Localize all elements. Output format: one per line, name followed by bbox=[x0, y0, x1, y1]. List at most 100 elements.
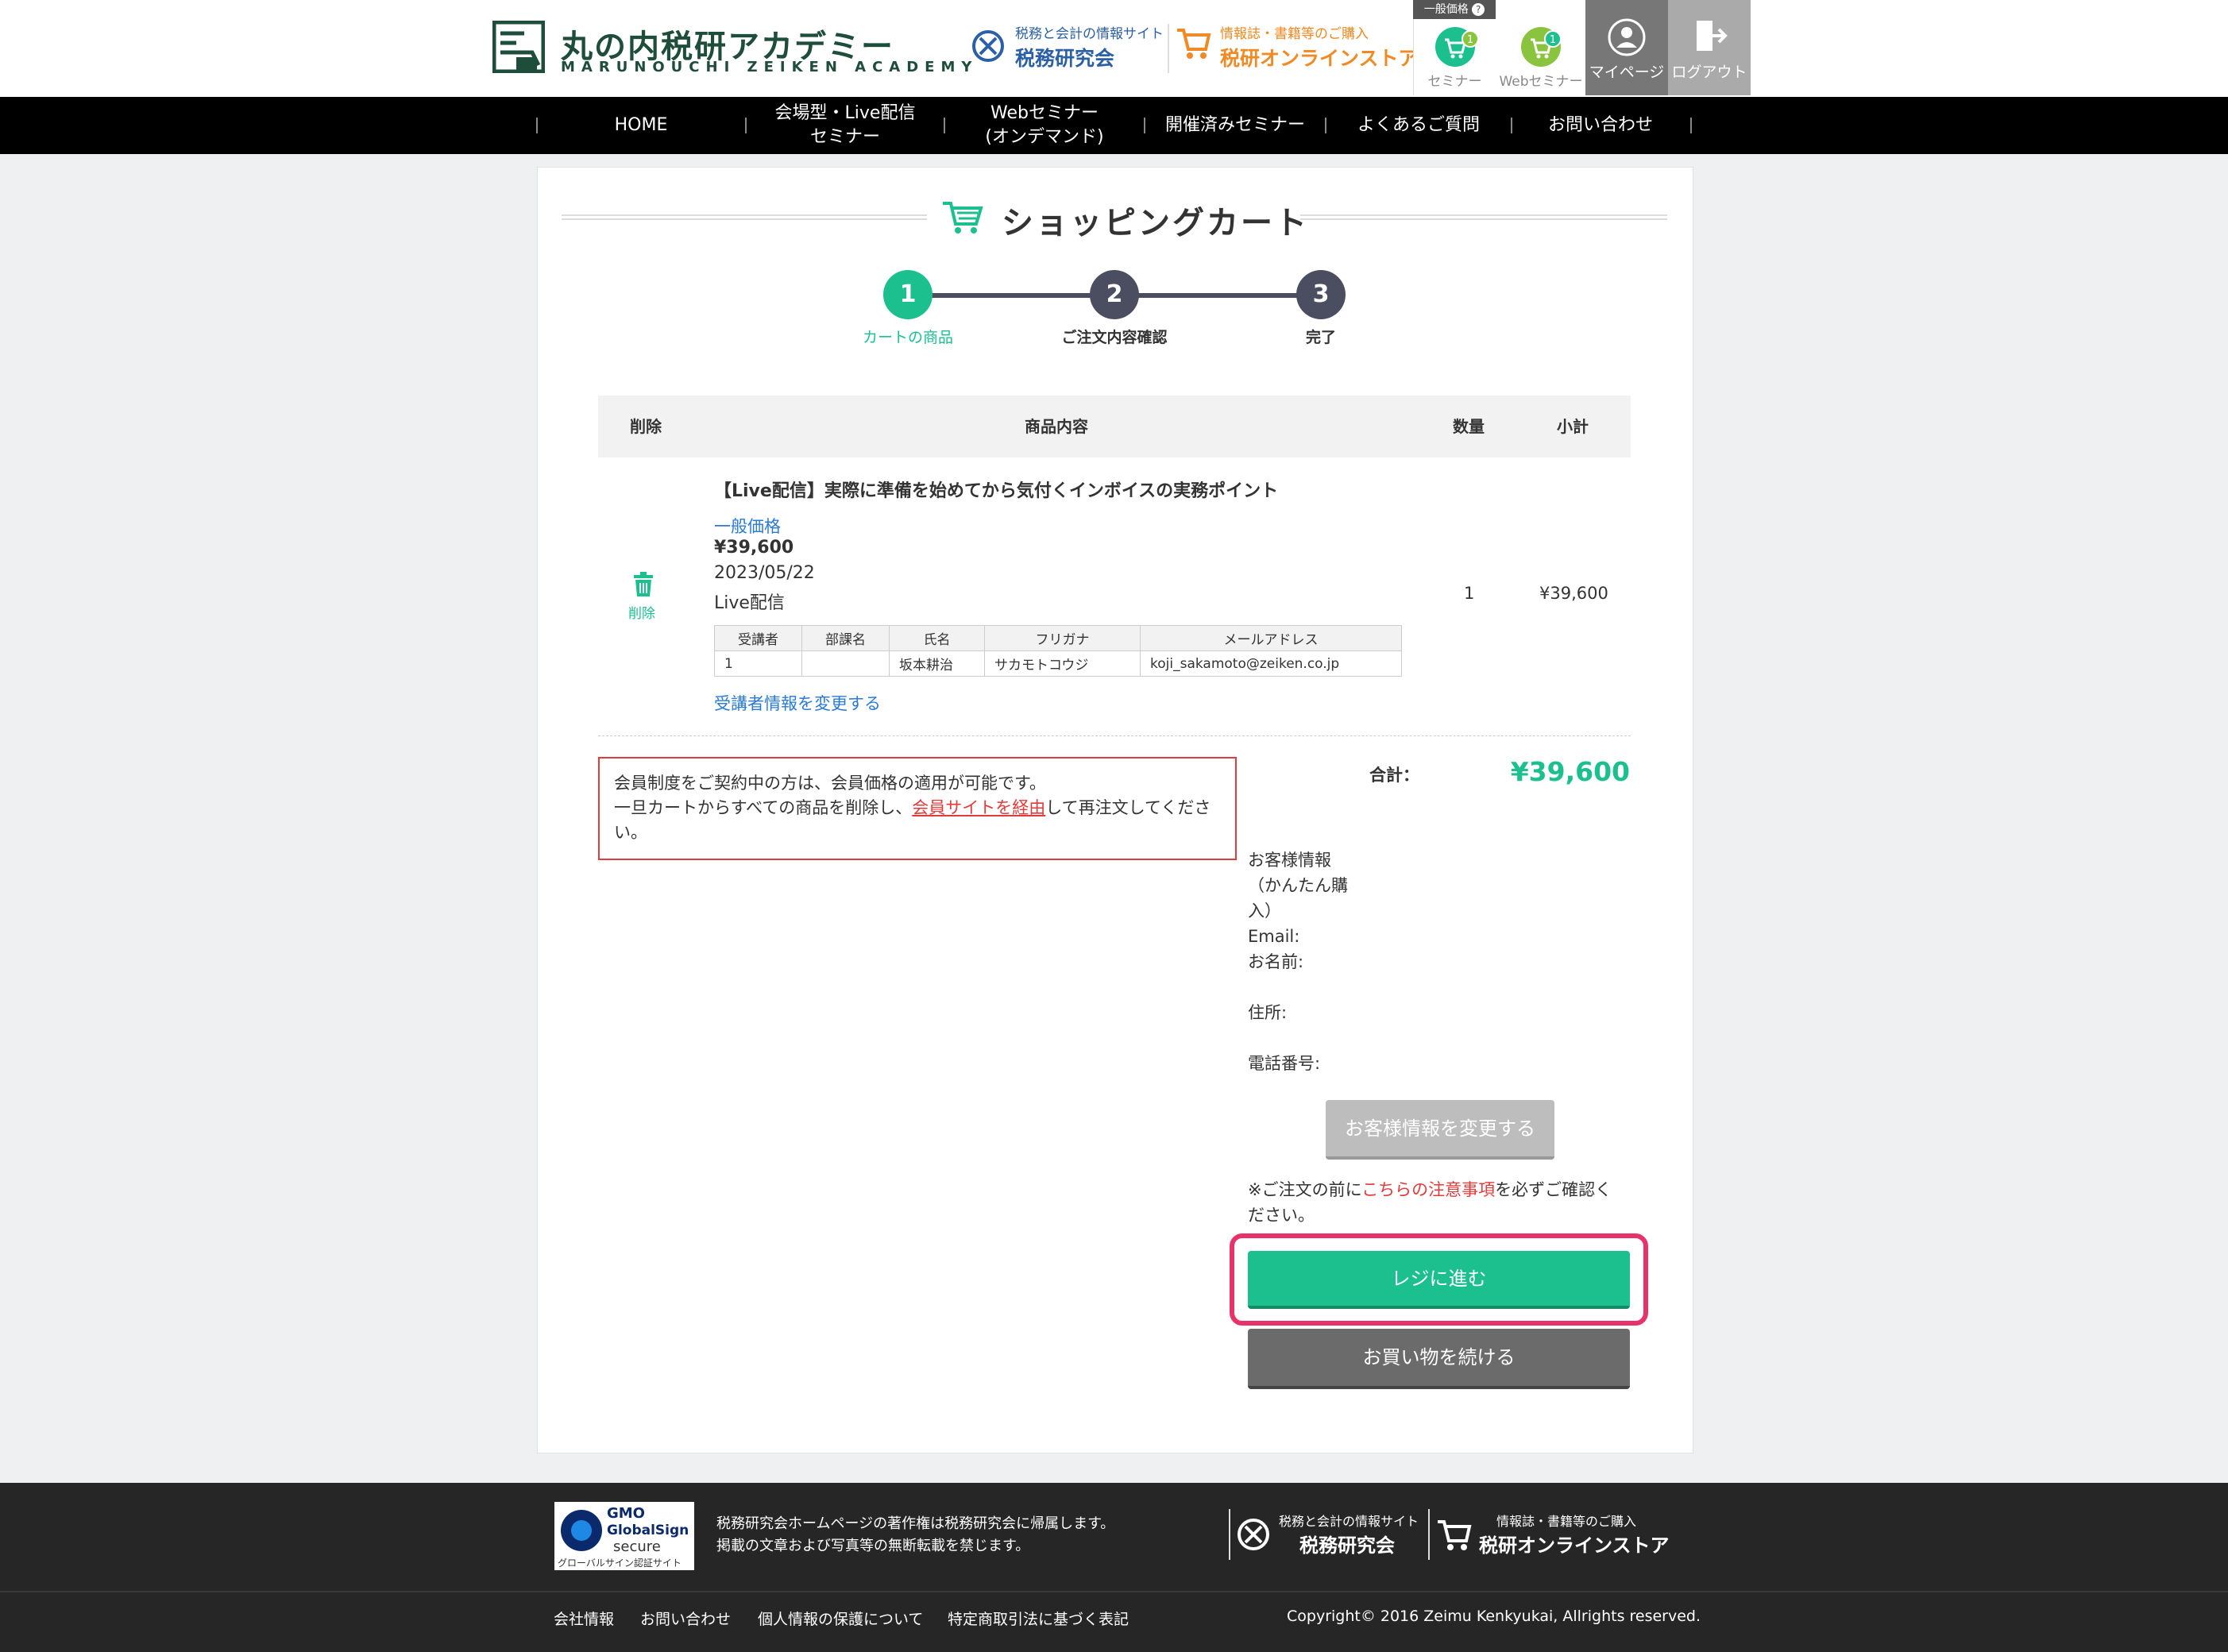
trash-icon[interactable] bbox=[633, 572, 654, 597]
notice-line-2b: して再注文してくださ bbox=[1045, 798, 1211, 817]
site-logo[interactable]: 丸の内税研アカデミー MARUNOUCHI ZEIKEN ACADEMY bbox=[492, 21, 971, 78]
site-header: 丸の内税研アカデミー MARUNOUCHI ZEIKEN ACADEMY 税務と… bbox=[0, 0, 2228, 97]
main-nav: HOME 会場型・Live配信 セミナー Webセミナー (オンデマンド) 開催済み… bbox=[0, 97, 2228, 154]
caution-text-a: ※ご注文の前に bbox=[1248, 1180, 1362, 1199]
attendee-col-name: 氏名 bbox=[889, 625, 985, 651]
edit-customer-button[interactable]: お客様情報を変更する bbox=[1326, 1100, 1554, 1160]
caution-text-b: を必ずご確認く bbox=[1495, 1180, 1612, 1199]
web-cart-count: 1 bbox=[1544, 30, 1562, 48]
seminar-cart-count: 1 bbox=[1462, 30, 1479, 48]
attendee-col-dept: 部課名 bbox=[801, 625, 890, 651]
proceed-to-checkout-button[interactable]: レジに進む bbox=[1248, 1251, 1630, 1309]
logout-icon bbox=[1697, 21, 1728, 51]
seminar-cart-label: セミナー bbox=[1427, 74, 1482, 90]
caution-link[interactable]: こちらの注意事項 bbox=[1361, 1180, 1495, 1199]
zeiken-link-caption: 税務と会計の情報サイト bbox=[1015, 26, 1164, 42]
footer-store-title: 税研オンラインストア bbox=[1479, 1534, 1670, 1557]
nav-web-seminar[interactable]: Webセミナー (オンデマンド) bbox=[945, 97, 1144, 154]
footer-divider bbox=[0, 1591, 2228, 1592]
customer-name-label: お名前: bbox=[1248, 952, 1304, 971]
footer-zeiken-title: 税務研究会 bbox=[1299, 1534, 1395, 1557]
attendee-table: 受講者 部課名 氏名 フリガナ メールアドレス 1 坂本耕治 サカモトコウジ k… bbox=[714, 625, 1402, 677]
item-date: 2023/05/22 bbox=[714, 563, 815, 583]
online-store-link[interactable]: 情報誌・書籍等のご購入 税研オンラインストア bbox=[1176, 22, 1419, 73]
footer-zeiken-link[interactable]: 税務と会計の情報サイト 税務研究会 bbox=[1236, 1511, 1427, 1558]
col-delete: 削除 bbox=[630, 417, 662, 436]
step-1: 1 bbox=[883, 270, 933, 319]
attendee-dept bbox=[801, 650, 890, 677]
footer-store-caption: 情報誌・書籍等のご購入 bbox=[1496, 1514, 1637, 1529]
step-1-label: カートの商品 bbox=[862, 329, 953, 346]
store-link-caption: 情報誌・書籍等のご購入 bbox=[1220, 26, 1369, 42]
cart-icon bbox=[1177, 29, 1211, 59]
user-icon bbox=[1608, 18, 1646, 56]
delete-item-link[interactable]: 削除 bbox=[620, 602, 664, 622]
step-3-label: 完了 bbox=[1305, 329, 1336, 346]
item-qty: 1 bbox=[1464, 584, 1475, 603]
col-subtotal: 小計 bbox=[1557, 417, 1589, 436]
item-delivery-type: Live配信 bbox=[714, 593, 785, 613]
total-label: 合計： bbox=[1369, 766, 1419, 785]
footer-privacy-link[interactable]: 個人情報の保護について bbox=[758, 1608, 923, 1629]
member-site-link[interactable]: 会員サイトを経由 bbox=[912, 798, 1045, 817]
item-price-type: 一般価格 bbox=[714, 517, 781, 536]
logout-label: ログアウト bbox=[1671, 64, 1747, 81]
customer-email-label: Email: bbox=[1248, 927, 1300, 946]
item-subtotal: ¥39,600 bbox=[1539, 584, 1608, 603]
nav-venue-seminar[interactable]: 会場型・Live配信 セミナー bbox=[747, 97, 944, 154]
page-title: ショッピングカート bbox=[1002, 205, 1309, 241]
mypage-button[interactable]: マイページ bbox=[1585, 0, 1668, 95]
help-icon[interactable]: ? bbox=[1472, 3, 1485, 16]
step-connector bbox=[931, 293, 1115, 298]
globalsign-seal[interactable]: GMO GlobalSign secure グローバルサイン認証サイト bbox=[554, 1502, 694, 1570]
seal-text-2: GlobalSign bbox=[607, 1523, 689, 1538]
caution-text-c: ださい。 bbox=[1248, 1206, 1315, 1225]
footer-law-link[interactable]: 特定商取引法に基づく表記 bbox=[948, 1608, 1129, 1629]
attendee-col-kana: フリガナ bbox=[984, 625, 1141, 651]
caution-note: ※ご注文の前にこちらの注意事項を必ずご確認く ださい。 bbox=[1248, 1177, 1629, 1228]
col-content: 商品内容 bbox=[1025, 417, 1088, 436]
logo-mark-icon bbox=[492, 21, 545, 73]
nav-faq[interactable]: よくあるご質問 bbox=[1326, 97, 1511, 154]
change-attendee-link[interactable]: 受講者情報を変更する bbox=[714, 691, 881, 715]
copyright: Copyright© 2016 Zeimu Kenkyukai, Allrigh… bbox=[1287, 1608, 1701, 1625]
attendee-col-no: 受講者 bbox=[714, 625, 802, 651]
step-connector bbox=[1137, 293, 1322, 298]
customer-phone-label: 電話番号: bbox=[1248, 1054, 1321, 1073]
nav-past-seminars[interactable]: 開催済みセミナー bbox=[1145, 97, 1325, 154]
web-seminar-cart-tile[interactable]: 1 Webセミナー bbox=[1496, 0, 1585, 95]
continue-shopping-button[interactable]: お買い物を続ける bbox=[1248, 1329, 1630, 1389]
footer-company-link[interactable]: 会社情報 bbox=[554, 1608, 614, 1629]
store-link-title: 税研オンラインストア bbox=[1220, 47, 1419, 70]
row-divider bbox=[598, 735, 1631, 736]
notice-line-1: 会員制度をご契約中の方は、会員価格の適用が可能です。 bbox=[614, 774, 1046, 793]
footer-zeiken-caption: 税務と会計の情報サイト bbox=[1279, 1514, 1419, 1529]
step-2-label: ご注文内容確認 bbox=[1061, 329, 1168, 346]
cart-table-header: 削除 商品内容 数量 小計 bbox=[598, 396, 1631, 457]
attendee-email: koji_sakamoto@zeiken.co.jp bbox=[1140, 650, 1402, 677]
shopping-cart-icon bbox=[943, 202, 983, 234]
total-value: ¥39,600 bbox=[1510, 756, 1630, 787]
nav-home[interactable]: HOME bbox=[537, 97, 745, 154]
attendee-kana: サカモトコウジ bbox=[984, 650, 1141, 677]
logout-button[interactable]: ログアウト bbox=[1668, 0, 1751, 95]
footer-copyright-note: 税務研究会ホームページの著作権は税務研究会に帰属します。 掲載の文章および写真等… bbox=[716, 1515, 1115, 1554]
footer-contact-link[interactable]: お問い合わせ bbox=[640, 1608, 731, 1629]
globalsign-eye-icon bbox=[561, 1510, 602, 1551]
notice-line-2a: 一旦カートからすべての商品を削除し、 bbox=[614, 798, 913, 817]
cart-title-bar: ショッピングカート bbox=[562, 197, 1667, 241]
footer-store-link[interactable]: 情報誌・書籍等のご購入 税研オンラインストア bbox=[1436, 1511, 1670, 1558]
zeiken-logo-icon bbox=[1238, 1519, 1269, 1550]
nav-contact[interactable]: お問い合わせ bbox=[1512, 97, 1689, 154]
seal-text-4: グローバルサイン認証サイト bbox=[558, 1557, 682, 1569]
customer-info-heading: お客様情報 （かんたん購 入） Email: お名前: 住所: 電話番号: bbox=[1248, 847, 1348, 1076]
price-type-tag: 一般価格 ? bbox=[1413, 0, 1496, 19]
zeiken-info-link[interactable]: 税務と会計の情報サイト 税務研究会 bbox=[971, 22, 1164, 73]
customer-address-label: 住所: bbox=[1248, 1003, 1288, 1022]
attendee-col-email: メールアドレス bbox=[1140, 625, 1402, 651]
logo-subtitle: MARUNOUCHI ZEIKEN ACADEMY bbox=[561, 59, 979, 75]
attendee-no: 1 bbox=[714, 650, 802, 677]
member-price-notice: 会員制度をご契約中の方は、会員価格の適用が可能です。 一旦カートからすべての商品… bbox=[598, 757, 1237, 860]
seal-text-1: GMO bbox=[607, 1505, 645, 1522]
step-2: 2 bbox=[1090, 270, 1139, 319]
